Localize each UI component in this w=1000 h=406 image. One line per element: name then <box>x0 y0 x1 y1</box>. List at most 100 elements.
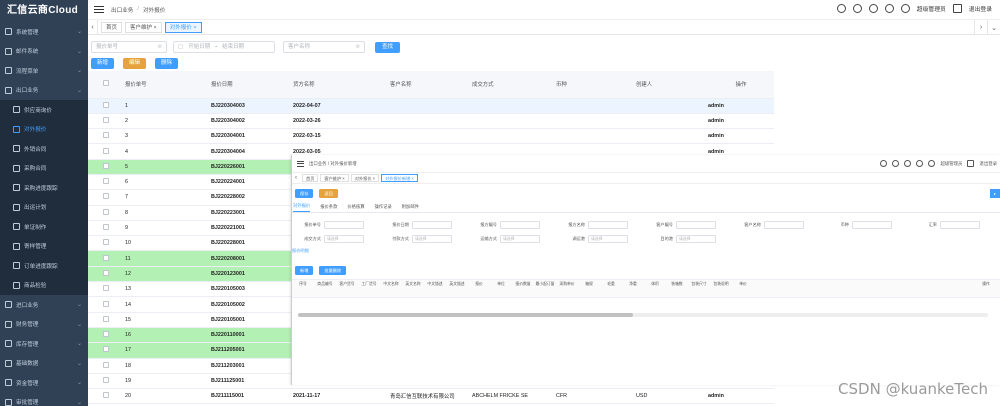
sidebar-subitem[interactable]: 采购进度跟踪 <box>0 178 88 198</box>
table-row[interactable]: 3 BJ220304001 2022-03-15 admin <box>88 128 774 145</box>
sidebar-subitem[interactable]: 商品检验 <box>0 275 88 295</box>
logout-icon[interactable] <box>967 160 975 167</box>
logout-button[interactable]: 退出登录 <box>969 4 992 13</box>
sidebar-item[interactable]: 系统管理 ⌄ <box>0 22 88 42</box>
detail-col-header[interactable]: 报价 <box>468 280 490 297</box>
help-icon[interactable] <box>852 4 862 13</box>
detail-col-header[interactable]: 商品编号 <box>314 280 336 297</box>
tab-terms[interactable]: 报价条款 <box>320 204 337 210</box>
horizontal-scrollbar[interactable] <box>298 313 988 317</box>
edit-button[interactable]: 编辑 <box>123 58 147 69</box>
row-checkbox[interactable] <box>99 342 121 359</box>
tags-scroll-left-icon[interactable]: ‹ <box>88 19 98 35</box>
detail-add-button[interactable]: 新增 <box>295 266 314 275</box>
form-input[interactable] <box>852 221 892 229</box>
sidebar-subitem[interactable]: 供应商询价 <box>0 100 88 120</box>
form-input[interactable]: 请选择 <box>588 235 628 243</box>
sidebar-item[interactable]: 流程菜单 ⌄ <box>0 61 88 81</box>
row-checkbox[interactable] <box>99 220 121 237</box>
scrollbar-thumb[interactable] <box>298 313 633 317</box>
form-input[interactable] <box>324 221 364 229</box>
select-all-checkbox[interactable] <box>99 71 121 99</box>
tab-attachments[interactable]: 附加邮件 <box>402 204 419 210</box>
breadcrumb-item[interactable]: 出口业务 <box>111 6 133 14</box>
date-range-input[interactable]: ▢ 开始日期 - 结束日期 <box>173 41 275 53</box>
detail-col-header[interactable]: 序号 <box>292 280 314 297</box>
form-input[interactable] <box>500 221 540 229</box>
form-input[interactable]: 请选择 <box>676 235 716 243</box>
tab-active[interactable]: 对外报价 × <box>164 21 202 33</box>
row-checkbox[interactable] <box>99 266 121 283</box>
tags-scroll-right-icon[interactable]: › <box>974 20 987 35</box>
sidebar-subitem[interactable]: 采购合同 <box>0 158 88 178</box>
row-checkbox[interactable] <box>99 98 121 114</box>
col-header[interactable]: 客户名称 <box>386 71 468 99</box>
user-name[interactable]: 超级管理员 <box>940 161 962 167</box>
bell-icon[interactable] <box>868 4 878 13</box>
sidebar-subitem[interactable]: 订单进度跟踪 <box>0 256 88 276</box>
detail-col-header[interactable]: 操作 <box>971 280 1000 297</box>
col-header[interactable]: 报价单号 <box>121 71 207 99</box>
detail-col-header[interactable]: 体积 <box>644 280 666 297</box>
sidebar-item[interactable]: 库存管理 ⌄ <box>0 334 88 354</box>
clear-icon[interactable]: ⊗ <box>157 42 162 52</box>
sidebar-item[interactable]: 基础数据 ⌄ <box>0 354 88 374</box>
sidebar-subitem[interactable]: 单证制作 <box>0 217 88 237</box>
form-input[interactable] <box>676 221 716 229</box>
overlay-edge-button[interactable]: ▸ <box>990 189 1000 198</box>
clock-icon[interactable] <box>884 4 894 13</box>
tab[interactable]: 首页 <box>101 21 123 33</box>
row-checkbox[interactable] <box>99 250 121 267</box>
sidebar-subitem[interactable]: 寄样管理 <box>0 236 88 256</box>
row-checkbox[interactable] <box>99 174 121 191</box>
tags-menu-icon[interactable]: ⌄ <box>987 20 1000 35</box>
form-input[interactable] <box>588 221 628 229</box>
overlay-tag-active[interactable]: 对外报价新增 × <box>381 174 418 182</box>
detail-col-header[interactable]: 中文描述 <box>424 280 446 297</box>
overlay-tag[interactable]: 首页 <box>302 174 319 182</box>
logout-icon[interactable] <box>952 4 962 13</box>
form-input[interactable]: 请选择 <box>412 235 452 243</box>
col-header[interactable]: 创建人 <box>632 71 704 99</box>
detail-col-header[interactable]: 包装尺寸 <box>688 280 710 297</box>
detail-col-header[interactable]: 中文名称 <box>380 280 402 297</box>
compass-icon[interactable] <box>836 4 846 13</box>
table-row[interactable]: 1 BJ220304003 2022-04-07 admin <box>88 98 774 114</box>
form-input[interactable] <box>940 221 980 229</box>
sidebar-item[interactable]: 资金管理 ⌄ <box>0 373 88 393</box>
col-header[interactable]: 货方名称 <box>289 71 386 99</box>
compass-icon[interactable] <box>880 160 888 167</box>
customer-name-input[interactable]: 客户名称 ⊗ <box>283 41 365 53</box>
row-checkbox[interactable] <box>99 128 121 145</box>
detail-batch-delete-button[interactable]: 批量删除 <box>319 266 347 275</box>
row-checkbox[interactable] <box>99 327 121 344</box>
row-checkbox[interactable] <box>99 388 121 405</box>
detail-col-header[interactable]: 英文描述 <box>446 280 468 297</box>
detail-col-header[interactable]: 工厂货号 <box>358 280 380 297</box>
detail-col-header[interactable]: 装箱数 <box>666 280 688 297</box>
back-button[interactable]: 返回 <box>319 189 338 198</box>
row-checkbox[interactable] <box>99 113 121 130</box>
table-row[interactable]: 20 BJ211115001 2021-11-17 青岛汇信互联技术有限公司 ABCHE… <box>88 388 774 405</box>
overlay-tag[interactable]: 客户维护 × <box>320 174 349 182</box>
settings-icon[interactable] <box>900 4 910 13</box>
sidebar-subitem[interactable]: 出运计划 <box>0 197 88 217</box>
row-checkbox[interactable] <box>99 296 121 313</box>
detail-col-header[interactable]: 报价数量 <box>512 280 534 297</box>
tab-pricing[interactable]: 价格核算 <box>347 204 364 210</box>
detail-col-header[interactable]: 采购单价 <box>556 280 578 297</box>
settings-icon[interactable] <box>928 160 936 167</box>
detail-col-header[interactable]: 箱规 <box>578 280 600 297</box>
form-input[interactable]: 请选择 <box>500 235 540 243</box>
tab[interactable]: 客户维护 × <box>125 21 162 33</box>
save-button[interactable]: 保存 <box>295 189 314 198</box>
sidebar-item[interactable]: 邮件系统 ⌄ <box>0 42 88 62</box>
row-checkbox[interactable] <box>99 281 121 298</box>
tab-quote[interactable]: 对外报价 <box>293 201 311 212</box>
clear-icon[interactable]: ⊗ <box>355 42 360 52</box>
col-header[interactable]: 币种 <box>552 71 632 99</box>
row-checkbox[interactable] <box>99 312 121 328</box>
row-checkbox[interactable] <box>99 143 121 160</box>
hamburger-icon[interactable] <box>94 5 104 14</box>
form-input[interactable] <box>412 221 452 229</box>
